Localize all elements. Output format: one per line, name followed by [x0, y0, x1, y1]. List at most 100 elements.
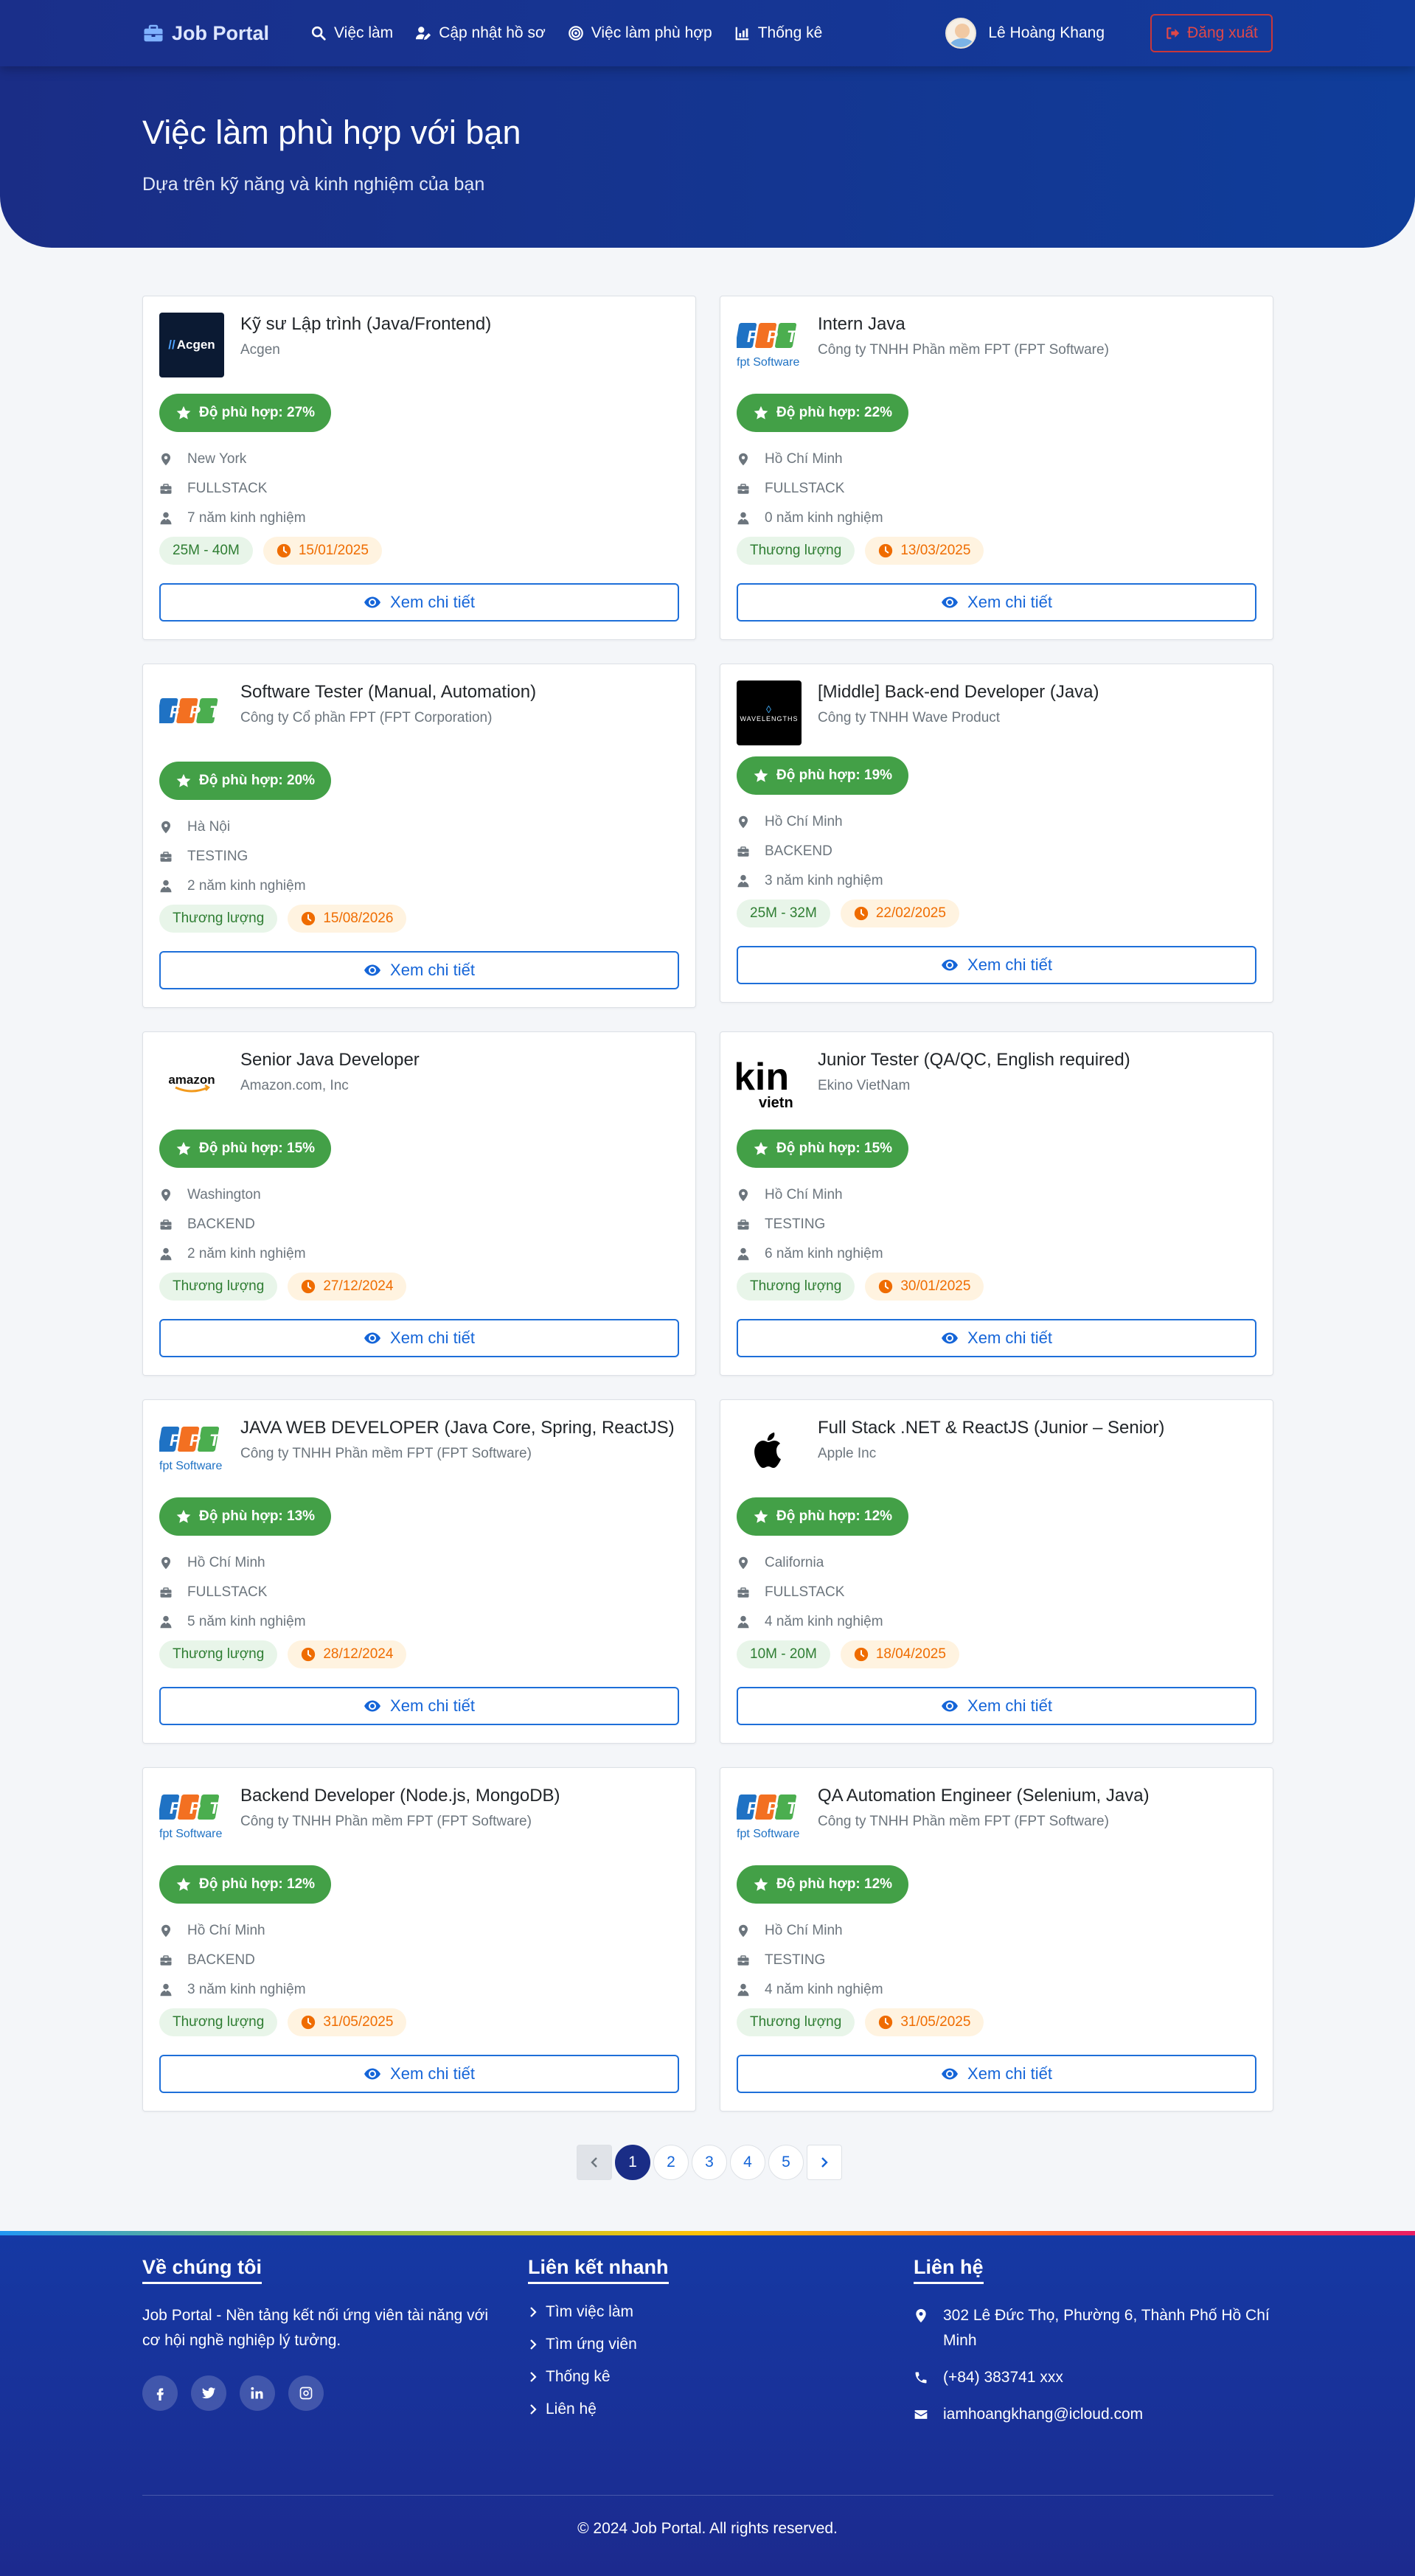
contact-phone[interactable]: (+84) 383741 xxx: [914, 2365, 1297, 2390]
svg-text:T: T: [787, 1799, 798, 1817]
svg-text:fpt Software: fpt Software: [159, 1828, 222, 1840]
deadline-badge: 30/01/2025: [865, 1273, 984, 1301]
view-detail-button[interactable]: Xem chi tiết: [737, 946, 1256, 984]
job-category: FULLSTACK: [159, 481, 267, 497]
eye-icon: [942, 2068, 959, 2080]
avatar[interactable]: [945, 18, 977, 49]
linkedin-link[interactable]: [240, 2375, 275, 2411]
facebook-link[interactable]: [142, 2375, 178, 2411]
job-location-text: Hồ Chí Minh: [187, 1923, 265, 1938]
view-detail-label: Xem chi tiết: [967, 2064, 1052, 2083]
view-detail-button[interactable]: Xem chi tiết: [159, 583, 679, 622]
view-detail-button[interactable]: Xem chi tiết: [159, 2055, 679, 2093]
page-button-1[interactable]: 1: [615, 2145, 650, 2180]
svg-text:F: F: [747, 1799, 757, 1817]
view-detail-button[interactable]: Xem chi tiết: [159, 951, 679, 989]
deadline-badge: 28/12/2024: [288, 1640, 407, 1668]
menu-item-matching-jobs[interactable]: Việc làm phù hợp: [568, 24, 712, 42]
page-button-3[interactable]: 3: [692, 2145, 727, 2180]
eye-icon: [942, 1700, 959, 1712]
contact-phone-text: (+84) 383741 xxx: [943, 2369, 1063, 2386]
job-title[interactable]: Software Tester (Manual, Automation): [240, 682, 536, 703]
view-detail-button[interactable]: Xem chi tiết: [737, 1687, 1256, 1725]
job-experience-text: 6 năm kinh nghiệm: [765, 1246, 883, 1261]
footer-link-find-candidates[interactable]: Tìm ứng viên: [528, 2336, 669, 2353]
svg-text:F: F: [747, 327, 757, 346]
job-title[interactable]: JAVA WEB DEVELOPER (Java Core, Spring, R…: [240, 1418, 675, 1438]
job-experience-text: 5 năm kinh nghiệm: [187, 1614, 306, 1629]
job-title[interactable]: [Middle] Back-end Developer (Java): [818, 682, 1099, 703]
job-title[interactable]: Kỹ sư Lập trình (Java/Frontend): [240, 314, 491, 335]
footer-link-label: Tìm việc làm: [546, 2303, 634, 2320]
match-badge: Độ phù hợp: 19%: [737, 756, 909, 795]
briefcase-icon: [737, 1955, 749, 1966]
star-icon: [754, 1141, 768, 1155]
view-detail-label: Xem chi tiết: [967, 1696, 1052, 1715]
view-detail-button[interactable]: Xem chi tiết: [159, 1319, 679, 1357]
job-title[interactable]: QA Automation Engineer (Selenium, Java): [818, 1786, 1150, 1806]
user-tie-icon: [160, 880, 172, 893]
job-location-text: Washington: [187, 1187, 261, 1202]
match-badge: Độ phù hợp: 12%: [737, 1497, 909, 1536]
footer-link-statistics[interactable]: Thống kê: [528, 2368, 669, 2386]
phone-icon: [915, 2372, 927, 2384]
briefcase-icon: [160, 852, 172, 862]
view-detail-button[interactable]: Xem chi tiết: [737, 1319, 1256, 1357]
view-detail-button[interactable]: Xem chi tiết: [159, 1687, 679, 1725]
company-name: Amazon.com, Inc: [240, 1078, 349, 1093]
job-experience: 4 năm kinh nghiệm: [737, 1982, 883, 1998]
briefcase-icon: [160, 1587, 172, 1598]
deadline-text: 28/12/2024: [323, 1646, 394, 1662]
next-page-button[interactable]: [807, 2145, 842, 2180]
svg-text:T: T: [209, 703, 220, 721]
job-card: kin vietn Junior Tester (QA/QC, English r…: [720, 1031, 1273, 1376]
clock-icon: [854, 906, 868, 921]
company-name: Công ty TNHH Wave Product: [818, 710, 1001, 725]
menu-item-statistics[interactable]: Thống kê: [734, 24, 822, 42]
chevron-right-icon: [530, 2372, 537, 2382]
clock-icon: [879, 1279, 893, 1294]
logout-button[interactable]: Đăng xuất: [1150, 14, 1273, 52]
user-edit-icon: [416, 27, 431, 41]
company-logo: //Acgen: [159, 313, 224, 377]
match-badge: Độ phù hợp: 22%: [737, 394, 909, 432]
job-title[interactable]: Full Stack .NET & ReactJS (Junior – Seni…: [818, 1418, 1164, 1438]
page-button-5[interactable]: 5: [768, 2145, 804, 2180]
job-title[interactable]: Intern Java: [818, 314, 905, 335]
svg-text:T: T: [787, 327, 798, 346]
match-badge-label: Độ phù hợp: 13%: [199, 1508, 316, 1524]
user-menu[interactable]: Lê Hoàng Khang Đăng xuất: [945, 14, 1273, 52]
contact-email[interactable]: iamhoangkhang@icloud.com: [914, 2402, 1297, 2427]
instagram-link[interactable]: [288, 2375, 324, 2411]
prev-page-button[interactable]: [577, 2145, 612, 2180]
menu-item-jobs[interactable]: Việc làm: [310, 24, 393, 42]
match-badge: Độ phù hợp: 15%: [737, 1129, 909, 1168]
facebook-icon: [156, 2388, 164, 2401]
view-detail-button[interactable]: Xem chi tiết: [737, 2055, 1256, 2093]
menu-item-update-profile[interactable]: Cập nhật hồ sơ: [415, 24, 546, 42]
job-category: TESTING: [737, 1216, 825, 1233]
menu-item-label: Việc làm phù hợp: [591, 24, 712, 41]
footer-link-label: Tìm ứng viên: [546, 2336, 637, 2353]
eye-icon: [942, 959, 959, 971]
page-button-2[interactable]: 2: [653, 2145, 689, 2180]
brand-link[interactable]: Job Portal: [142, 22, 269, 45]
company-name: Công ty TNHH Phần mềm FPT (FPT Software): [818, 342, 1109, 358]
job-title[interactable]: Junior Tester (QA/QC, English required): [818, 1050, 1130, 1071]
user-tie-icon: [160, 1983, 172, 1997]
footer-link-contact[interactable]: Liên hệ: [528, 2401, 669, 2418]
page-button-4[interactable]: 4: [730, 2145, 765, 2180]
job-location-text: Hồ Chí Minh: [765, 1187, 843, 1202]
job-title[interactable]: Backend Developer (Node.js, MongoDB): [240, 1786, 560, 1806]
eye-icon: [364, 596, 381, 608]
footer-link-find-jobs[interactable]: Tìm việc làm: [528, 2303, 669, 2321]
job-card: F P Tfpt Software QA Automation Engineer (…: [720, 1767, 1273, 2112]
salary-badge: Thương lượng: [737, 1273, 855, 1301]
view-detail-button[interactable]: Xem chi tiết: [737, 583, 1256, 622]
job-tags: Thương lượng 13/03/2025: [737, 537, 984, 565]
deadline-text: 31/05/2025: [900, 2014, 971, 2030]
clock-icon: [879, 543, 893, 558]
twitter-link[interactable]: [191, 2375, 226, 2411]
job-experience: 4 năm kinh nghiệm: [737, 1614, 883, 1630]
job-title[interactable]: Senior Java Developer: [240, 1050, 420, 1071]
